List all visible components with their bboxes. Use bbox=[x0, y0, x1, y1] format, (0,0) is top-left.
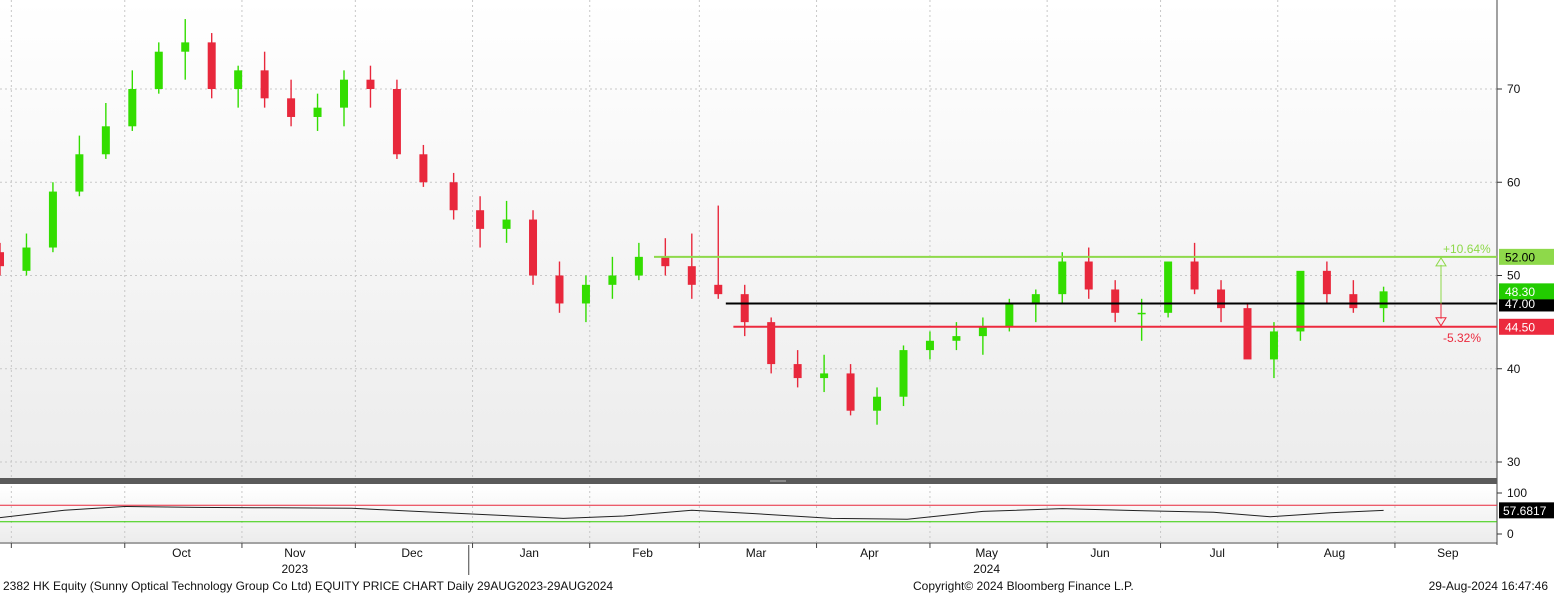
x-tick-label: Dec bbox=[401, 546, 422, 560]
candle-body bbox=[340, 79, 349, 108]
x-tick-label: Nov bbox=[284, 546, 305, 560]
x-tick-label: Apr bbox=[860, 546, 879, 560]
candle-body bbox=[313, 107, 322, 117]
candle-body bbox=[740, 294, 749, 323]
candle-body bbox=[608, 275, 617, 285]
candle-body bbox=[1031, 294, 1040, 304]
rsi-last-value-label: 57.6817 bbox=[1503, 504, 1547, 518]
year-label: 2023 bbox=[282, 562, 309, 576]
candle-body bbox=[449, 182, 458, 211]
candle-body bbox=[101, 126, 110, 155]
candle-body bbox=[820, 373, 829, 379]
candle-body bbox=[1190, 261, 1199, 290]
price-y-tick-label: 40 bbox=[1507, 362, 1521, 376]
copyright-text: Copyright© 2024 Bloomberg Finance L.P. bbox=[913, 579, 1134, 593]
panel-divider bbox=[0, 478, 1497, 484]
candle-body bbox=[846, 373, 855, 411]
candle-body bbox=[767, 322, 776, 365]
candle-body bbox=[207, 42, 216, 89]
candle-body bbox=[873, 396, 882, 411]
x-tick-label: Sep bbox=[1437, 546, 1459, 560]
price-y-tick-label: 70 bbox=[1507, 82, 1521, 96]
level-label-resistance: 52.00 bbox=[1505, 250, 1535, 264]
candle-body bbox=[1379, 291, 1388, 309]
candle-body bbox=[154, 51, 163, 89]
candle-body bbox=[1137, 312, 1146, 315]
candle-body bbox=[1084, 261, 1093, 290]
x-tick-label: Jan bbox=[520, 546, 539, 560]
price-y-tick-label: 50 bbox=[1507, 269, 1521, 283]
candle-body bbox=[952, 336, 961, 341]
x-tick-label: Jun bbox=[1090, 546, 1109, 560]
x-tick-label: Aug bbox=[1324, 546, 1345, 560]
candle-body bbox=[714, 284, 723, 295]
candle-body bbox=[634, 256, 643, 276]
candle-body bbox=[1164, 261, 1173, 313]
candle-body bbox=[48, 191, 57, 248]
price-y-tick-label: 60 bbox=[1507, 175, 1521, 189]
last-price-label: 48.30 bbox=[1505, 285, 1535, 299]
candle-body bbox=[234, 70, 243, 89]
candle-body bbox=[181, 42, 190, 52]
candle-body bbox=[476, 210, 485, 229]
candle-body bbox=[1111, 289, 1120, 313]
candle-body bbox=[75, 154, 84, 192]
candle-body bbox=[1296, 270, 1305, 332]
x-tick-label: Feb bbox=[632, 546, 653, 560]
candle-body bbox=[1349, 294, 1358, 309]
candle-body bbox=[1217, 289, 1226, 309]
level-label-support: 44.50 bbox=[1505, 320, 1535, 334]
candle-body bbox=[1243, 308, 1252, 360]
loss-percent-label: -5.32% bbox=[1443, 331, 1481, 345]
gain-percent-label: +10.64% bbox=[1443, 242, 1491, 256]
candle-body bbox=[529, 219, 538, 276]
price-panel-background bbox=[0, 0, 1497, 478]
candle-body bbox=[555, 275, 564, 304]
candle-body bbox=[366, 79, 375, 89]
x-tick-label: Oct bbox=[172, 546, 191, 560]
rsi-y-tick-label: 0 bbox=[1507, 527, 1514, 541]
candle-body bbox=[793, 364, 802, 379]
candle-body bbox=[899, 350, 908, 397]
price-y-tick-label: 30 bbox=[1507, 455, 1521, 469]
candle-body bbox=[502, 219, 511, 229]
rsi-y-tick-label: 100 bbox=[1507, 486, 1527, 500]
candle-body bbox=[0, 252, 4, 267]
candle-body bbox=[661, 256, 670, 267]
candle-body bbox=[392, 89, 401, 155]
rsi-panel-background bbox=[0, 486, 1497, 542]
candle-body bbox=[22, 247, 31, 271]
x-tick-label: Mar bbox=[746, 546, 767, 560]
candle-body bbox=[925, 340, 934, 351]
candle-body bbox=[687, 266, 696, 285]
x-tick-label: Jul bbox=[1210, 546, 1225, 560]
timestamp-text: 29-Aug-2024 16:47:46 bbox=[1428, 579, 1548, 593]
price-chart: 304050607052.0047.0044.50+10.64%-5.32%48… bbox=[0, 0, 1554, 576]
year-label: 2024 bbox=[973, 562, 1000, 576]
candle-body bbox=[581, 284, 590, 304]
candle-body bbox=[1322, 270, 1331, 295]
candle-body bbox=[260, 70, 269, 99]
candle-body bbox=[419, 154, 428, 183]
x-tick-label: May bbox=[975, 546, 998, 560]
candle-body bbox=[128, 89, 137, 127]
candle-body bbox=[1058, 261, 1067, 295]
candle-body bbox=[1005, 303, 1014, 327]
candle-body bbox=[1269, 331, 1278, 360]
candle-body bbox=[978, 326, 987, 337]
candle-body bbox=[287, 98, 296, 117]
chart-footer-title: 2382 HK Equity (Sunny Optical Technology… bbox=[3, 579, 614, 593]
